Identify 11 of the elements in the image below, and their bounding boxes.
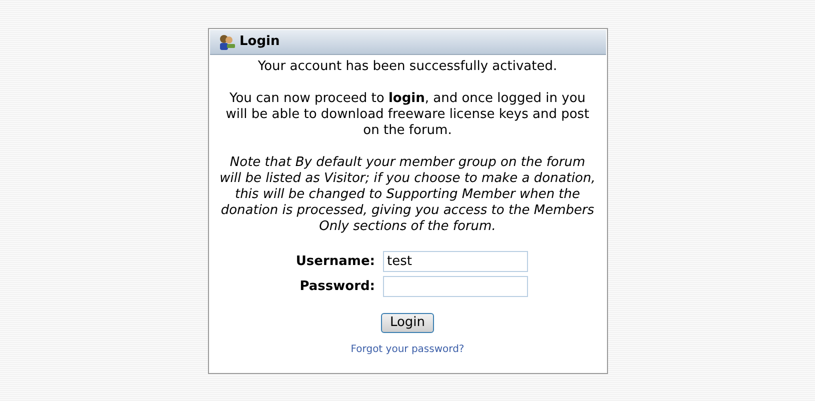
username-field[interactable]: test xyxy=(383,251,528,272)
message-text: You can now proceed to login, and once logged in you will be able to download freeware license keys and post on the forum. xyxy=(224,91,590,139)
password-field[interactable] xyxy=(383,276,528,297)
note-text: Note that By default your member group on the forum will be listed as Visitor; if you choose to make a donation, this will be changed to Supporting Member when the donation is processed, giving you access to the Members Only sections of the forum. xyxy=(220,155,596,235)
login-button[interactable]: Login xyxy=(380,313,434,333)
user-icon xyxy=(218,34,236,50)
field-label: Password: xyxy=(298,278,375,294)
forgot-password-link[interactable]: Forgot your password? xyxy=(350,344,464,355)
panel-title: Login xyxy=(240,33,280,52)
field-label: Username: xyxy=(294,254,375,270)
message-text: Your account has been successfully activated. xyxy=(256,59,558,75)
